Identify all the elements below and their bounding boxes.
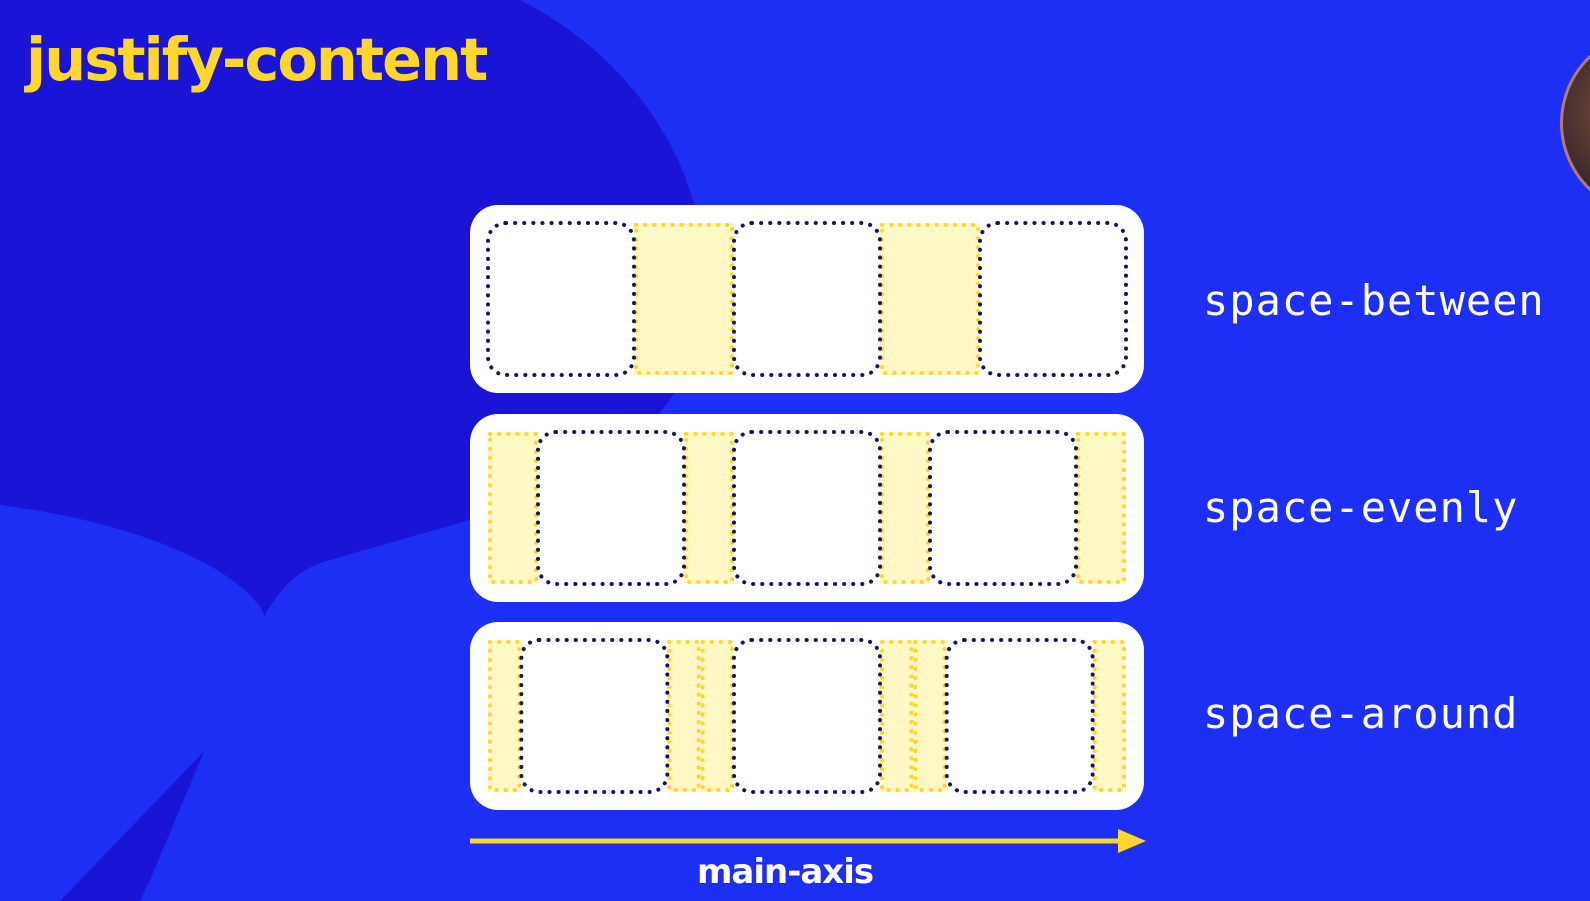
flex-item xyxy=(734,640,880,792)
slide: justify-content space-between space-even… xyxy=(0,0,1590,901)
flex-item xyxy=(930,432,1076,584)
flex-item xyxy=(980,223,1126,375)
free-space xyxy=(1076,432,1126,584)
free-space xyxy=(880,223,980,375)
main-axis-label: main-axis xyxy=(697,852,874,892)
main-axis-arrow-head xyxy=(1118,829,1146,853)
row-label-space-around: space-around xyxy=(1203,689,1519,738)
flex-diagram xyxy=(470,205,1146,853)
free-space xyxy=(700,640,734,792)
row-label-space-between: space-between xyxy=(1203,276,1545,325)
flex-item xyxy=(538,432,684,584)
flex-item xyxy=(734,223,880,375)
free-space xyxy=(913,640,947,792)
free-space xyxy=(634,223,734,375)
free-space xyxy=(488,432,538,584)
flex-item xyxy=(734,432,880,584)
free-space xyxy=(1092,640,1126,792)
flex-item xyxy=(488,223,634,375)
flex-item xyxy=(521,640,668,792)
row-label-space-evenly: space-evenly xyxy=(1203,483,1519,532)
free-space xyxy=(667,640,701,792)
free-space xyxy=(880,432,930,584)
free-space xyxy=(684,432,734,584)
free-space xyxy=(488,640,522,792)
free-space xyxy=(880,640,914,792)
flex-item xyxy=(946,640,1093,792)
